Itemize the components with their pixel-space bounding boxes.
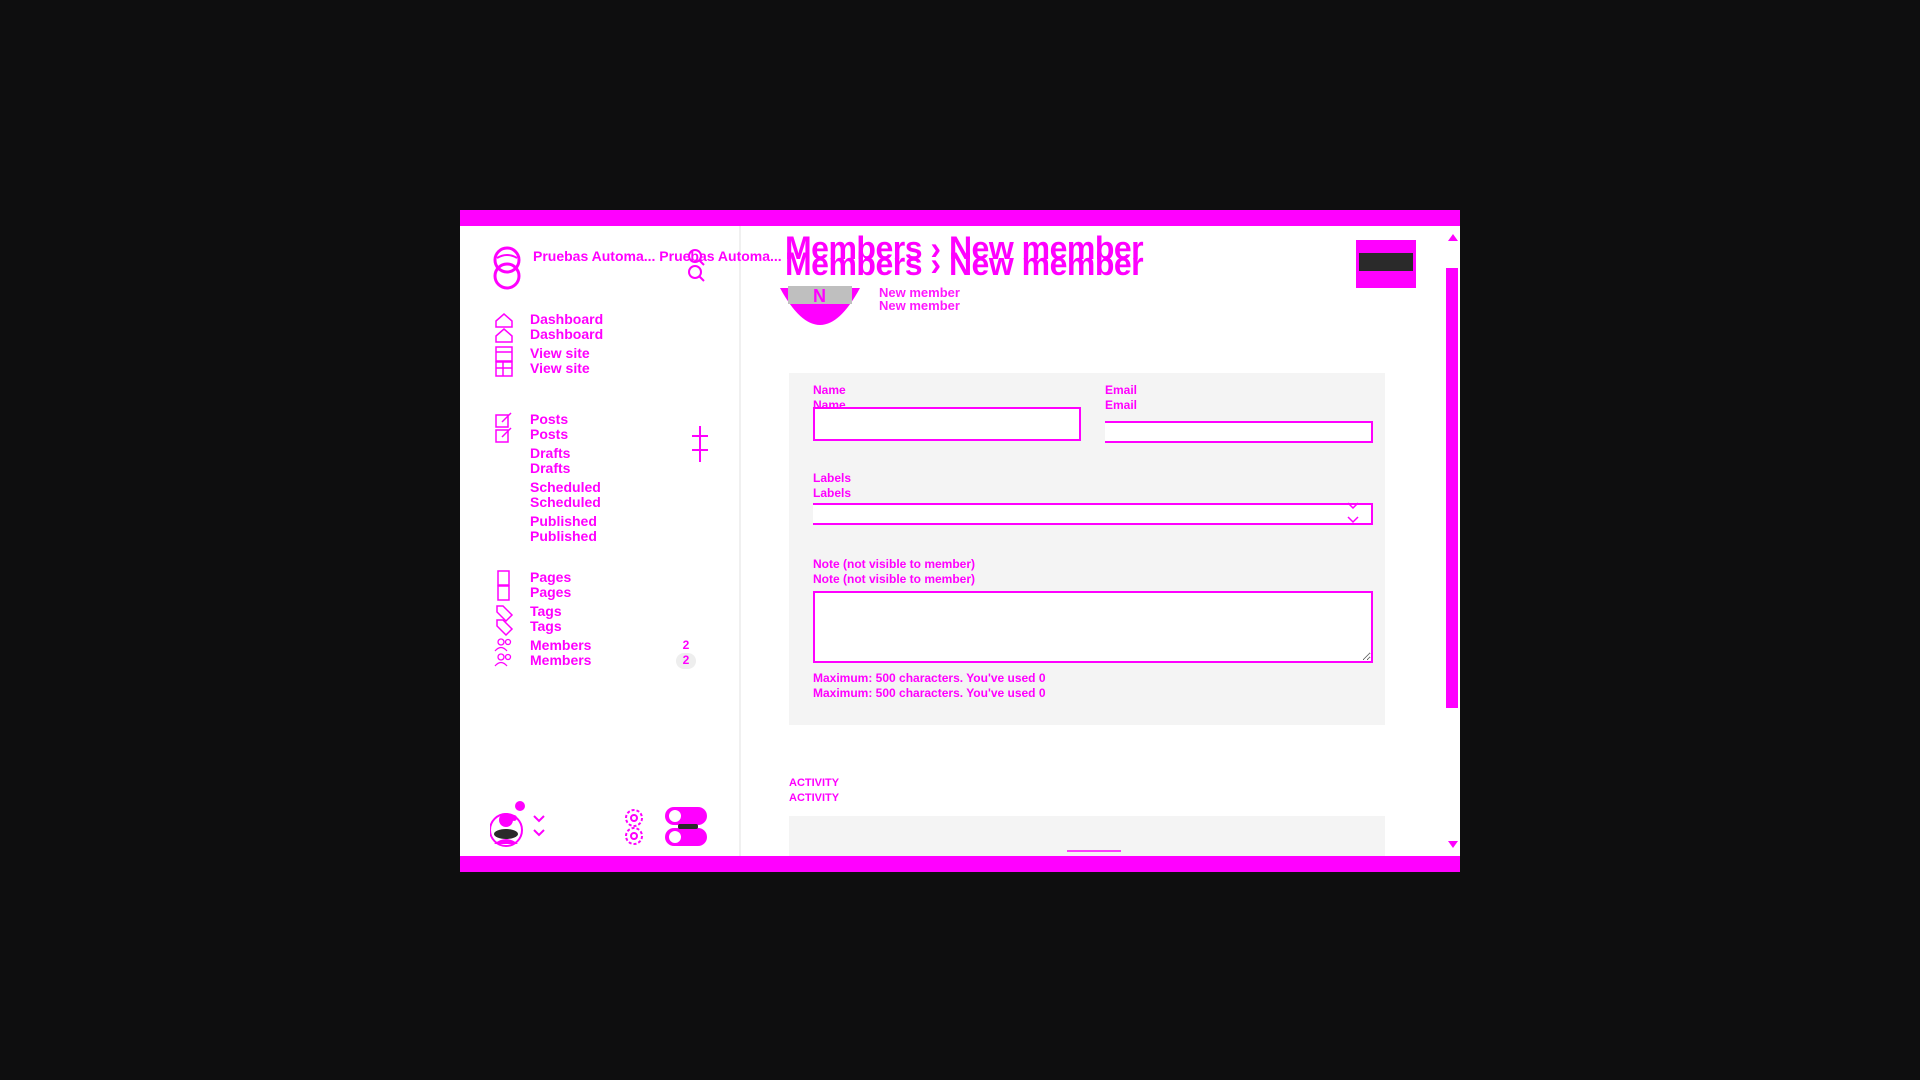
new-post-plus-icon[interactable]	[690, 426, 710, 462]
nav-tags[interactable]: Tags Tags	[494, 604, 724, 636]
nav-dashboard[interactable]: Dashboard Dashboard	[494, 312, 724, 344]
email-label: Email Email	[1105, 383, 1138, 412]
members-count-badge: 2 2	[676, 638, 696, 669]
main-content: Members › New member Members › New membe…	[741, 226, 1460, 856]
nav-members[interactable]: Members Members 2 2	[494, 638, 724, 670]
chevron-down-icon[interactable]	[532, 810, 546, 842]
app-window: Pruebas Automa... Pruebas Automa... Dash…	[460, 210, 1460, 872]
scroll-up-arrow-icon[interactable]	[1448, 234, 1458, 241]
chevron-down-icon	[1347, 502, 1359, 524]
gear-icon[interactable]	[622, 808, 646, 848]
page-icon	[497, 570, 510, 601]
activity-card	[789, 816, 1385, 856]
user-avatar[interactable]	[490, 800, 530, 852]
labels-label: Labels Labels	[813, 471, 852, 500]
scroll-thumb[interactable]	[1446, 268, 1458, 708]
search-icon[interactable]	[686, 248, 708, 288]
nav-view-site[interactable]: View site View site	[494, 346, 724, 378]
main-scrollbar[interactable]	[1444, 226, 1460, 856]
page-title: Members › New member Members › New membe…	[785, 230, 1144, 282]
name-input-shadow	[813, 421, 1081, 441]
nav-pages[interactable]: Pages Pages	[494, 570, 724, 602]
member-name: New member New member	[879, 286, 960, 312]
home-icon	[495, 313, 513, 343]
sidebar: Pruebas Automa... Pruebas Automa... Dash…	[460, 226, 782, 856]
members-icon	[494, 638, 512, 667]
nav-drafts[interactable]: Drafts Drafts	[530, 446, 570, 476]
save-button[interactable]	[1356, 240, 1416, 288]
scroll-down-arrow-icon[interactable]	[1448, 841, 1458, 848]
tag-icon	[496, 605, 514, 636]
pencil-icon	[495, 412, 512, 443]
labels-select[interactable]	[813, 503, 1373, 525]
nav-scheduled[interactable]: Scheduled Scheduled	[530, 480, 601, 510]
note-textarea[interactable]	[813, 591, 1373, 663]
activity-placeholder-icon	[1067, 850, 1121, 852]
email-input[interactable]	[1105, 421, 1373, 443]
note-char-hint: Maximum: 500 characters. You've used 0 Ma…	[813, 671, 1046, 700]
member-avatar: N	[780, 286, 860, 325]
ghost-logo-icon	[493, 246, 521, 290]
browser-icon	[495, 346, 513, 377]
member-form-card: Name Name Email Email Labels Labels Note (n…	[789, 373, 1385, 725]
dark-mode-toggle-icon[interactable]	[664, 806, 708, 848]
note-label: Note (not visible to member) Note (not vi…	[813, 557, 976, 586]
activity-heading: ACTIVITY ACTIVITY	[789, 777, 840, 804]
nav-published[interactable]: Published Published	[530, 514, 597, 544]
site-brand[interactable]: Pruebas Automa... Pruebas Automa...	[490, 244, 782, 292]
svg-text:N: N	[813, 286, 826, 306]
